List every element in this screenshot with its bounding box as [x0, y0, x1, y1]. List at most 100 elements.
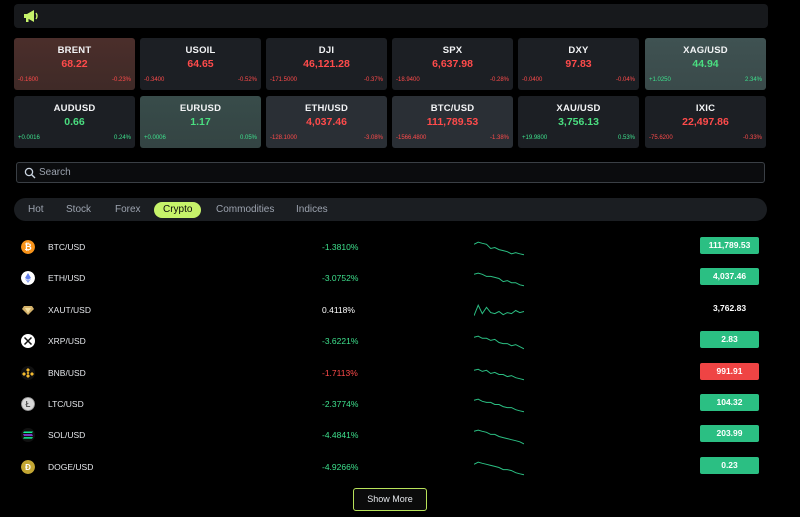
ticker-symbol: BTC/USD: [430, 103, 475, 114]
ticker-price: 111,789.53: [426, 116, 479, 128]
sparkline-path: [474, 335, 524, 350]
ticker-percent: 0.05%: [239, 135, 257, 141]
ticker-change: -75.6200: [649, 135, 673, 141]
ticker-tile-dji[interactable]: DJI 46,121.28 -171.5000 -0.37%: [266, 38, 387, 90]
sparkline-chart: [474, 398, 524, 413]
list-item-xrp-usd[interactable]: XRP/USD -3.6221% 2.83: [14, 326, 766, 357]
ticker-change: +1.0250: [649, 77, 671, 83]
ticker-symbol: SPX: [442, 45, 463, 56]
ticker-price: 64.65: [187, 58, 214, 70]
xrp-icon: [21, 334, 35, 349]
ticker-price: 0.66: [64, 116, 85, 128]
change-percent: -4.4841%: [322, 430, 359, 441]
ticker-symbol: USOIL: [185, 45, 216, 56]
ethereum-icon: [21, 271, 35, 286]
change-percent: -3.0752%: [322, 273, 359, 284]
list-item-doge-usd[interactable]: Ð DOGE/USD -4.9266% 0.23: [14, 452, 766, 483]
sparkline-path: [474, 398, 524, 413]
sparkline-chart: [474, 241, 524, 256]
ticker-symbol: IXIC: [695, 103, 716, 114]
litecoin-icon: Ł: [21, 397, 35, 411]
ticker-percent: 0.24%: [113, 135, 131, 141]
ticker-tile-eurusd[interactable]: EURUSD 1.17 +0.0006 0.05%: [140, 96, 261, 148]
solana-icon: [21, 428, 35, 443]
tab-hot[interactable]: Hot: [19, 202, 53, 218]
price-badge[interactable]: 104.32: [700, 394, 759, 411]
ticker-percent: -1.38%: [489, 135, 509, 141]
price-badge[interactable]: 4,037.46: [700, 268, 759, 286]
tab-stock[interactable]: Stock: [57, 202, 100, 218]
sparkline-path: [474, 461, 524, 476]
sparkline-path: [474, 430, 524, 445]
change-percent: -1.7113%: [322, 367, 358, 378]
list-item-eth-usd[interactable]: ETH/USD -3.0752% 4,037.46: [14, 263, 766, 294]
sparkline-path: [474, 241, 524, 256]
svg-text:₿: ₿: [24, 242, 31, 252]
tab-forex[interactable]: Forex: [106, 202, 150, 218]
pair-name: SOL/USD: [48, 430, 86, 441]
search-box[interactable]: [16, 162, 765, 183]
ticker-symbol: BRENT: [57, 45, 92, 56]
pair-name: XAUT/USD: [48, 304, 91, 315]
tab-indices[interactable]: Indices: [287, 202, 337, 218]
price-badge[interactable]: 991.91: [700, 362, 759, 380]
search-input[interactable]: [39, 164, 739, 181]
price-badge[interactable]: 3,762.83: [700, 300, 759, 317]
ticker-change: -171.5000: [270, 77, 298, 83]
show-more-button[interactable]: Show More: [353, 488, 427, 511]
ticker-tile-brent[interactable]: BRENT 68.22 -0.1600 -0.23%: [14, 38, 135, 90]
sparkline-path: [474, 368, 524, 380]
pair-name: ETH/USD: [48, 273, 86, 284]
tab-commodities[interactable]: Commodities: [207, 202, 283, 218]
ticker-percent: -0.04%: [615, 77, 635, 83]
ticker-tile-ixic[interactable]: IXIC 22,497.86 -75.6200 -0.33%: [645, 96, 766, 148]
ticker-percent: 2.34%: [744, 77, 762, 83]
ticker-percent: 0.53%: [617, 135, 635, 141]
list-item-btc-usd[interactable]: ₿ BTC/USD -1.3810% 111,789.53: [14, 232, 766, 263]
bnb-icon: [21, 365, 35, 380]
ticker-change: -1566.4800: [396, 135, 427, 141]
ticker-tile-btc-usd[interactable]: BTC/USD 111,789.53 -1566.4800 -1.38%: [392, 96, 513, 148]
ticker-price: 46,121.28: [303, 58, 350, 70]
list-item-xaut-usd[interactable]: XAUT/USD 0.4118% 3,762.83: [14, 295, 766, 326]
list-item-ltc-usd[interactable]: Ł LTC/USD -2.3774% 104.32: [14, 389, 766, 420]
list-item-bnb-usd[interactable]: BNB/USD -1.7113% 991.91: [14, 358, 766, 389]
sparkline-chart: [474, 303, 524, 316]
price-badge[interactable]: 203.99: [700, 425, 759, 443]
ticker-tile-audusd[interactable]: AUDUSD 0.66 +0.0016 0.24%: [14, 96, 135, 148]
change-percent: -1.3810%: [322, 242, 359, 252]
ticker-price: 1.17: [190, 116, 211, 128]
tab-crypto[interactable]: Crypto: [154, 202, 202, 218]
ticker-symbol: XAU/USD: [556, 103, 601, 114]
ticker-symbol: DXY: [568, 45, 589, 56]
sparkline-chart: [474, 368, 524, 380]
ticker-symbol: EURUSD: [179, 103, 222, 114]
ticker-tile-dxy[interactable]: DXY 97.83 -0.0400 -0.04%: [518, 38, 639, 90]
ticker-change: +0.0016: [18, 135, 40, 141]
ticker-change: +0.0006: [144, 135, 166, 141]
ticker-tile-usoil[interactable]: USOIL 64.65 -0.3400 -0.52%: [140, 38, 261, 90]
sparkline-chart: [474, 273, 524, 287]
pair-name: LTC/USD: [48, 399, 84, 409]
ticker-tile-eth-usd[interactable]: ETH/USD 4,037.46 -128.1000 -3.08%: [266, 96, 387, 148]
price-badge[interactable]: 2.83: [700, 331, 759, 349]
ticker-tile-spx[interactable]: SPX 6,637.98 -18.9400 -0.28%: [392, 38, 513, 90]
ticker-symbol: AUDUSD: [53, 103, 96, 114]
price-badge[interactable]: 0.23: [700, 456, 759, 474]
dogecoin-icon: Ð: [21, 459, 35, 474]
ticker-tile-xau-usd[interactable]: XAU/USD 3,756.13 +19.9800 0.53%: [518, 96, 639, 148]
ticker-tile-xag-usd[interactable]: XAG/USD 44.94 +1.0250 2.34%: [645, 38, 766, 90]
pair-name: BTC/USD: [48, 242, 86, 252]
price-badge[interactable]: 111,789.53: [700, 237, 759, 254]
sparkline-chart: [474, 430, 524, 445]
ticker-symbol: ETH/USD: [304, 103, 349, 114]
ticker-price: 3,756.13: [558, 116, 599, 128]
svg-text:Ð: Ð: [25, 463, 31, 472]
ticker-price: 4,037.46: [306, 116, 347, 128]
sparkline-path: [474, 273, 524, 287]
list-item-sol-usd[interactable]: SOL/USD -4.4841% 203.99: [14, 420, 766, 451]
megaphone-icon[interactable]: [22, 7, 40, 25]
ticker-symbol: XAG/USD: [683, 45, 728, 56]
change-percent: -4.9266%: [322, 461, 359, 472]
ticker-change: -0.1600: [18, 77, 39, 83]
